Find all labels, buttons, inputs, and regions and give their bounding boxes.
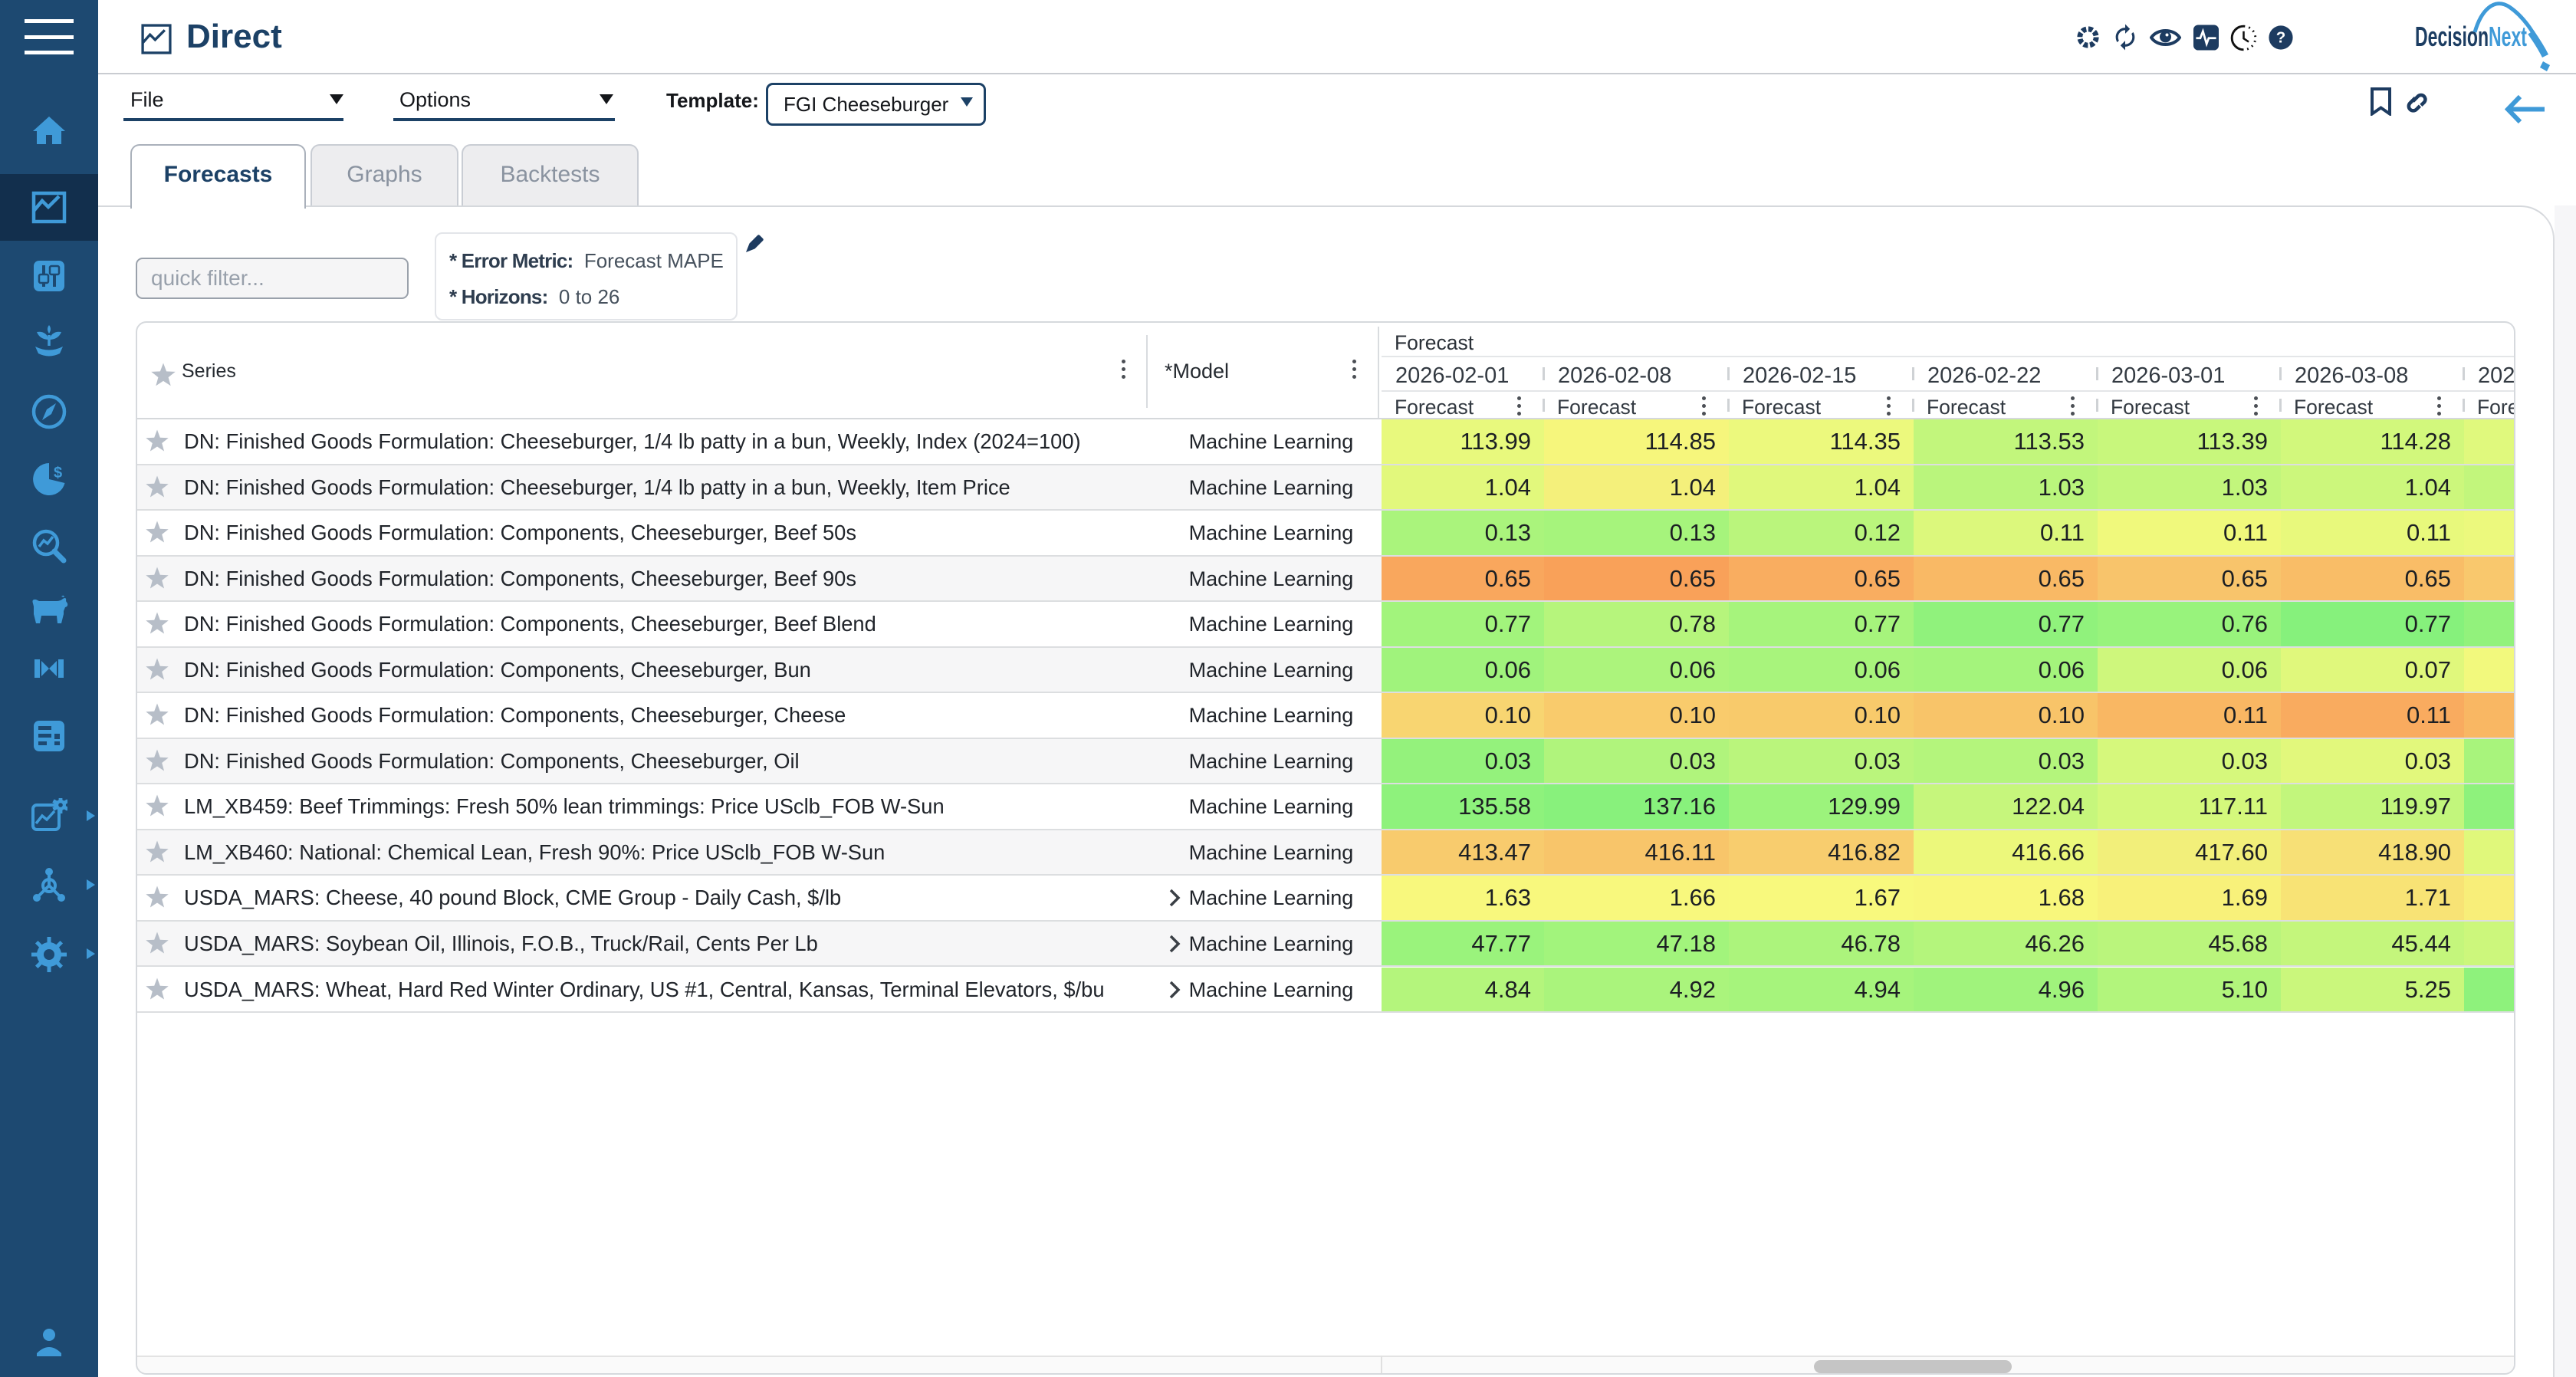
svg-text:$: $: [54, 465, 62, 481]
svg-text:?: ?: [2276, 28, 2286, 46]
